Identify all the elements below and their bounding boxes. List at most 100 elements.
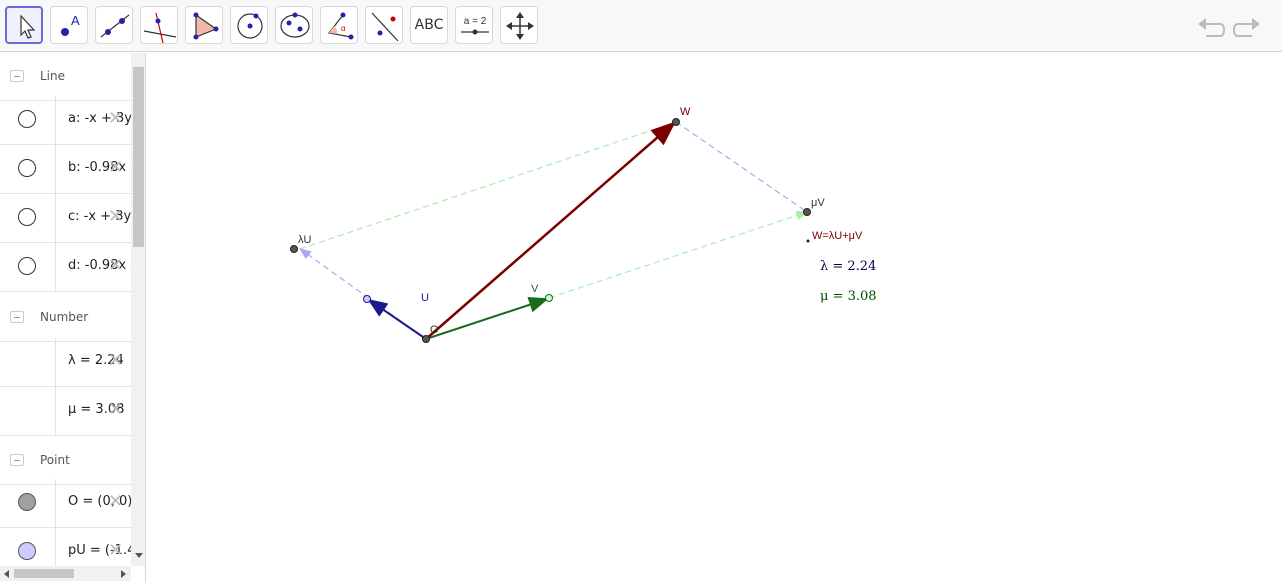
label-U: U <box>421 292 429 304</box>
scrollbar-thumb[interactable] <box>14 569 74 578</box>
point-muV[interactable] <box>803 208 811 216</box>
horizontal-scrollbar[interactable] <box>0 566 131 581</box>
move-graphics-view-tool-button[interactable] <box>500 6 538 44</box>
equation-text[interactable]: W=λU+μV <box>812 230 863 242</box>
vector-V[interactable] <box>425 297 549 340</box>
collapse-icon[interactable] <box>10 311 24 323</box>
angle-tool-button[interactable]: α <box>320 6 358 44</box>
label-O: O <box>430 324 439 336</box>
algebra-item-mu[interactable]: μ = 3.08 ✕ <box>0 387 131 436</box>
slider-tool-button[interactable]: a = 2 <box>455 6 493 44</box>
scroll-right-icon[interactable] <box>121 570 126 578</box>
lambda-text[interactable]: λ = 2.24 <box>820 259 876 274</box>
group-header-point[interactable]: Point <box>0 437 131 485</box>
close-icon[interactable]: ✕ <box>108 255 123 276</box>
vector-U[interactable] <box>367 298 427 340</box>
close-icon[interactable]: ✕ <box>108 491 123 512</box>
undo-icon[interactable] <box>1196 12 1226 42</box>
point-tool-label: A <box>71 13 80 28</box>
close-icon[interactable]: ✕ <box>108 157 123 178</box>
algebra-item-d[interactable]: d: -0.98x - ✕ <box>0 243 135 292</box>
visibility-toggle-container <box>0 479 56 527</box>
ellipse-icon <box>280 12 310 38</box>
algebra-item-O[interactable]: O = (0, 0) ✕ <box>0 479 132 528</box>
text-tool-label: ABC <box>414 17 444 33</box>
label-W: W <box>680 106 691 118</box>
scroll-left-icon[interactable] <box>4 570 9 578</box>
algebra-expression[interactable]: pU = (-1.4 <box>68 543 135 558</box>
algebra-item-lambda[interactable]: λ = 2.24 ✕ <box>0 338 131 387</box>
mu-text[interactable]: μ = 3.08 <box>820 289 877 304</box>
redo-icon[interactable] <box>1232 12 1262 42</box>
circle-icon <box>237 13 263 39</box>
svg-text:α: α <box>341 24 346 33</box>
polygon-tool-button[interactable] <box>185 6 223 44</box>
visibility-toggle-icon[interactable] <box>18 493 36 511</box>
slider-icon: a = 2 <box>461 16 489 35</box>
move-arrows-icon <box>506 12 534 40</box>
visibility-toggle-container <box>0 145 56 193</box>
line-tool-button[interactable] <box>95 6 133 44</box>
close-icon[interactable]: ✕ <box>108 206 123 227</box>
reflect-icon <box>371 12 399 42</box>
point-W[interactable] <box>672 118 680 126</box>
toolbar: A α ABC a = 2 <box>0 0 1282 52</box>
perpendicular-icon <box>143 12 177 44</box>
vertical-scrollbar[interactable] <box>131 53 145 566</box>
vector-W[interactable] <box>425 121 676 340</box>
collapse-icon[interactable] <box>10 70 24 82</box>
graphics-canvas[interactable]: W μV λU U V O W=λU+μV λ = 2.24 μ = 3.08 <box>153 53 1282 583</box>
text-tool-button[interactable]: ABC <box>410 6 448 44</box>
group-header-number[interactable]: Number <box>0 294 131 342</box>
visibility-toggle-container <box>0 194 56 242</box>
conic-tool-button[interactable] <box>275 6 313 44</box>
perpendicular-line-tool-button[interactable] <box>140 6 178 44</box>
algebra-expression[interactable]: b: -0.98x - <box>68 160 135 175</box>
algebra-item-b[interactable]: b: -0.98x - ✕ <box>0 145 135 194</box>
cursor-icon <box>20 14 36 39</box>
visibility-toggle-icon[interactable] <box>18 257 36 275</box>
close-icon[interactable]: ✕ <box>108 108 123 129</box>
text-anchor-dot <box>806 239 810 243</box>
point-icon: A <box>61 13 80 36</box>
group-title: Line <box>40 69 66 83</box>
visibility-toggle-icon[interactable] <box>18 208 36 226</box>
group-title: Number <box>40 310 89 324</box>
graphics-view[interactable]: W μV λU U V O W=λU+μV λ = 2.24 μ = 3.08 <box>153 53 1282 583</box>
collapse-icon[interactable] <box>10 454 24 466</box>
label-muV: μV <box>811 197 825 209</box>
point-pV[interactable] <box>545 294 553 302</box>
close-icon[interactable]: ✕ <box>108 350 123 371</box>
close-icon[interactable]: ✕ <box>108 540 123 561</box>
slider-tool-label: a = 2 <box>464 16 487 27</box>
move-tool-button[interactable] <box>5 6 43 44</box>
marker-area <box>0 387 56 435</box>
visibility-toggle-icon[interactable] <box>18 159 36 177</box>
visibility-toggle-icon[interactable] <box>18 542 36 560</box>
label-V: V <box>531 283 539 295</box>
polygon-icon <box>193 12 219 40</box>
group-header-line[interactable]: Line <box>0 53 131 101</box>
algebra-view: Line a: -x + 3y ✕ b: -0.98x - ✕ c: -x + … <box>0 53 146 583</box>
scroll-down-icon[interactable] <box>135 553 143 558</box>
scrollbar-thumb[interactable] <box>133 67 144 247</box>
angle-icon: α <box>327 12 354 40</box>
algebra-item-c[interactable]: c: -x + 3y ✕ <box>0 194 131 243</box>
marker-area <box>0 338 56 386</box>
point-O[interactable] <box>422 335 430 343</box>
label-lamU: λU <box>298 234 312 246</box>
point-lamU[interactable] <box>290 245 298 253</box>
close-icon[interactable]: ✕ <box>108 399 123 420</box>
line-icon <box>100 14 130 38</box>
dashed-line-lamU-W[interactable] <box>299 121 677 250</box>
circle-tool-button[interactable] <box>230 6 268 44</box>
algebra-item-a[interactable]: a: -x + 3y ✕ <box>0 96 132 145</box>
visibility-toggle-icon[interactable] <box>18 110 36 128</box>
point-pU[interactable] <box>363 295 371 303</box>
visibility-toggle-container <box>0 96 56 144</box>
dashed-line-W-muV[interactable] <box>675 121 808 213</box>
algebra-expression[interactable]: d: -0.98x - <box>68 258 135 273</box>
reflect-tool-button[interactable] <box>365 6 403 44</box>
point-tool-button[interactable]: A <box>50 6 88 44</box>
visibility-toggle-container <box>0 243 56 291</box>
